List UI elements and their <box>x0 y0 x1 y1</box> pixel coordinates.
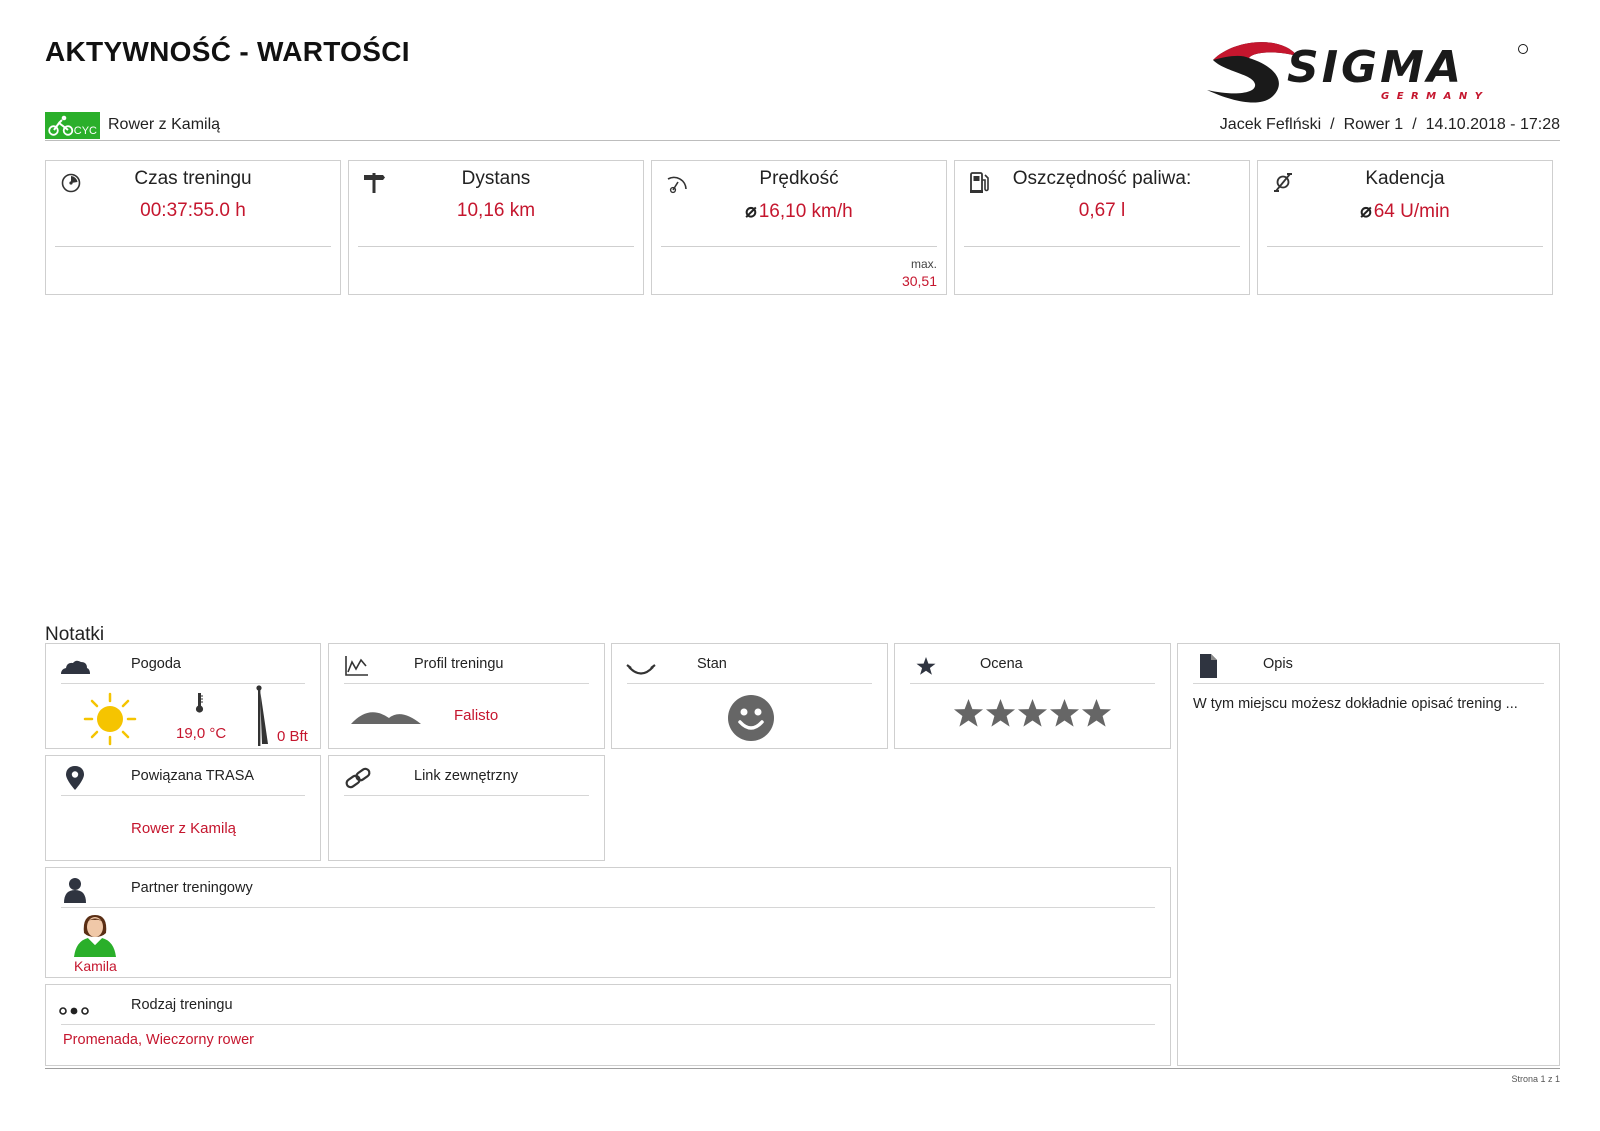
three-dots-icon <box>59 1007 89 1015</box>
stat-value: 0,67 l <box>1078 200 1126 221</box>
stat-value: 00:37:55.0 h <box>140 200 246 221</box>
divider <box>344 683 589 684</box>
category-badge: CYC <box>45 112 100 139</box>
bike-name: Rower 1 <box>1343 116 1404 133</box>
stat-value: 10,16 km <box>456 200 536 221</box>
divider <box>627 683 872 684</box>
stat-value: ⌀ 16,10 km/h <box>652 200 946 223</box>
divider <box>1267 246 1543 247</box>
profile-card: Profil treningu Falisto <box>328 643 605 749</box>
stat-cadence: Kadencja ⌀ 64 U/min <box>1257 160 1553 295</box>
divider <box>910 683 1155 684</box>
rating-stars <box>895 698 1170 734</box>
rating-card: Ocena <box>894 643 1171 749</box>
brand-name: SIGMA <box>1287 42 1464 93</box>
stat-label: Dystans <box>461 168 531 189</box>
description-card: Opis W tym miejscu możesz dokładnie opis… <box>1177 643 1560 1066</box>
weather-card: Pogoda 19,0 °C 0 Bft <box>45 643 321 749</box>
divider <box>55 246 331 247</box>
card-label: Link zewnętrzny <box>414 768 518 784</box>
max-label: max. <box>910 257 937 271</box>
divider <box>1193 683 1544 684</box>
average-symbol: ⌀ <box>745 201 757 222</box>
star-icon <box>916 657 936 675</box>
mood-card: Stan <box>611 643 888 749</box>
stat-speed: Prędkość ⌀ 16,10 km/h max. 30,51 <box>651 160 947 295</box>
divider <box>61 907 1155 908</box>
rating-star[interactable] <box>953 698 984 729</box>
stat-label: Kadencja <box>1365 168 1445 189</box>
activity-meta: Jacek Feflński / Rower 1/14.10.2018 - 17:2… <box>1219 116 1560 133</box>
average-symbol: ⌀ <box>1360 201 1372 222</box>
external-link-card: Link zewnętrzny <box>328 755 605 861</box>
cloud-icon <box>61 660 90 674</box>
partner-name[interactable]: Kamila <box>74 958 117 974</box>
windsock-icon <box>256 685 268 746</box>
training-type-card: Rodzaj treningu Promenada, Wieczorny row… <box>45 984 1171 1066</box>
sun-icon <box>83 692 137 746</box>
divider <box>661 246 937 247</box>
mood-icon <box>626 664 656 675</box>
hills-icon <box>351 712 421 724</box>
max-value: 30,51 <box>901 273 937 289</box>
page-number: Strona 1 z 1 <box>1511 1074 1560 1084</box>
card-label: Stan <box>697 656 727 672</box>
partner-avatar[interactable] <box>72 911 118 957</box>
smiley-icon <box>728 695 774 741</box>
cycling-icon <box>48 115 74 136</box>
wind-value: 0 Bft <box>277 728 308 745</box>
location-pin-icon <box>66 766 84 790</box>
rating-star[interactable] <box>1081 698 1112 729</box>
divider <box>61 795 305 796</box>
rating-star[interactable] <box>1017 698 1048 729</box>
divider <box>61 1024 1155 1025</box>
profile-value: Falisto <box>454 707 499 724</box>
divider <box>344 795 589 796</box>
divider <box>964 246 1240 247</box>
stat-fuel-saving: Oszczędność paliwa: 0,67 l <box>954 160 1250 295</box>
stat-value: ⌀ 64 U/min <box>1258 200 1552 223</box>
header-divider <box>45 140 1560 141</box>
description-text: W tym miejscu możesz dokładnie opisać tr… <box>1193 696 1518 712</box>
divider <box>358 246 634 247</box>
footer-divider <box>45 1068 1560 1069</box>
sigma-logo: SIGMA G E R M A N Y <box>1207 42 1528 103</box>
activity-name: Rower z Kamilą <box>108 116 221 133</box>
card-label: Ocena <box>980 656 1023 672</box>
card-label: Pogoda <box>131 656 181 672</box>
chart-line-icon <box>345 656 368 676</box>
card-label: Opis <box>1263 656 1293 672</box>
link-icon <box>345 767 371 789</box>
page-title: AKTYWNOŚĆ - WARTOŚCI <box>45 36 410 67</box>
person-icon <box>64 878 86 903</box>
route-link[interactable]: Rower z Kamilą <box>131 820 236 837</box>
temperature-value: 19,0 °C <box>176 725 227 742</box>
training-type-value: Promenada, Wieczorny rower <box>63 1032 254 1048</box>
user-name: Jacek Feflński <box>1219 116 1322 133</box>
stat-label: Prędkość <box>759 168 839 189</box>
cadence-average: 64 U/min <box>1373 201 1450 222</box>
activity-datetime: 14.10.2018 - 17:28 <box>1425 116 1560 133</box>
brand-sub: G E R M A N Y <box>1381 91 1484 102</box>
stat-duration: Czas treningu 00:37:55.0 h <box>45 160 341 295</box>
partner-card: Partner treningowy Kamila <box>45 867 1171 978</box>
category-label: CYC <box>73 125 97 137</box>
thermometer-icon <box>195 693 204 713</box>
stat-label: Oszczędność paliwa: <box>1012 168 1192 189</box>
card-label: Powiązana TRASA <box>131 768 255 784</box>
card-label: Profil treningu <box>414 656 504 672</box>
card-label: Partner treningowy <box>131 880 253 896</box>
speed-average: 16,10 km/h <box>758 201 853 222</box>
card-label: Rodzaj treningu <box>131 997 233 1013</box>
route-card: Powiązana TRASA Rower z Kamilą <box>45 755 321 861</box>
document-icon <box>1200 654 1217 678</box>
rating-star[interactable] <box>1049 698 1080 729</box>
stat-label: Czas treningu <box>134 168 252 189</box>
stat-distance: Dystans 10,16 km <box>348 160 644 295</box>
rating-star[interactable] <box>985 698 1016 729</box>
